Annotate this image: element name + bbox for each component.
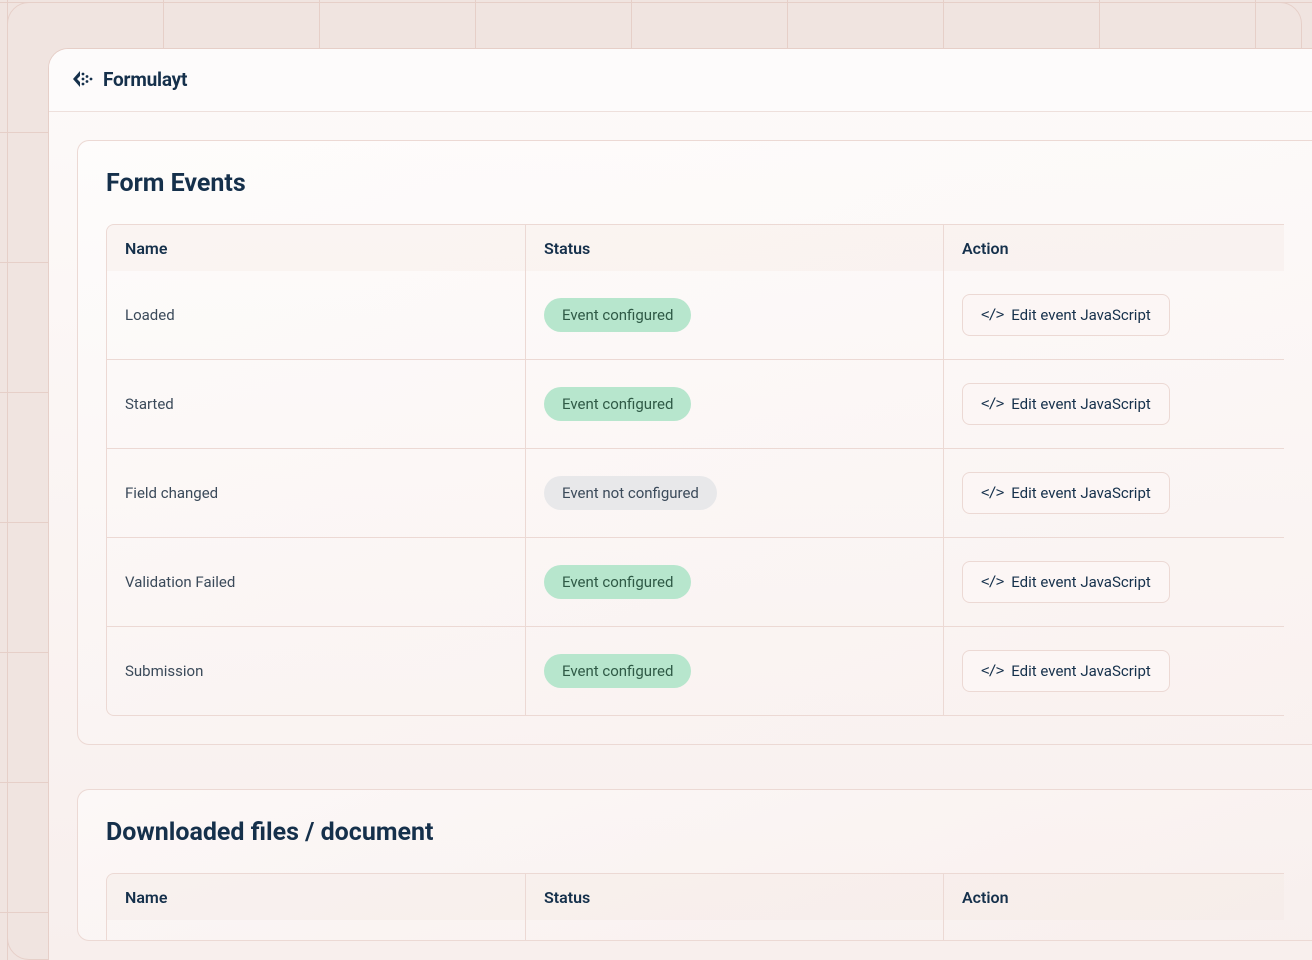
button-label: Edit event JavaScript [1011,573,1150,591]
cell-action: </> Edit event JavaScript [943,271,1284,359]
event-name: Started [125,395,174,413]
cell-action: </> Edit event JavaScript [943,360,1284,448]
cell-status: Event configured [525,360,943,448]
table-header-row: Name Status Action [107,874,1284,920]
edit-event-js-button[interactable]: </> Edit event JavaScript [962,472,1170,514]
table-row: Validation Failed Event configured </> Edit… [107,537,1284,626]
col-header-status: Status [525,874,943,920]
panel-downloads: Downloaded files / document Name Status … [77,789,1312,941]
cell-status: Event configured [525,271,943,359]
col-header-action: Action [943,225,1284,271]
event-name: Validation Failed [125,573,235,591]
status-badge: Event configured [544,654,691,688]
app-shell: Formulayt Form Events Name Status Action… [48,48,1312,960]
cell-action: </> Edit event JavaScript [943,538,1284,626]
cell-status [525,920,943,940]
panel-title: Form Events [106,169,1284,198]
status-badge: Event configured [544,565,691,599]
col-header-name: Name [107,225,525,271]
events-table: Name Status Action Loaded Event configure… [106,224,1284,716]
code-icon: </> [981,574,1003,590]
cell-action [943,920,1284,940]
table-body [107,920,1284,940]
edit-event-js-button[interactable]: </> Edit event JavaScript [962,650,1170,692]
status-badge: Event not configured [544,476,717,510]
col-header-status: Status [525,225,943,271]
cell-name: Submission [107,627,525,715]
button-label: Edit event JavaScript [1011,484,1150,502]
table-row: Started Event configured </> Edit event Jav… [107,359,1284,448]
topbar: Formulayt [49,49,1312,112]
button-label: Edit event JavaScript [1011,662,1150,680]
cell-name: Loaded [107,271,525,359]
cell-name: Started [107,360,525,448]
panel-form-events: Form Events Name Status Action Loaded Eve… [77,140,1312,745]
brand-logo-icon [69,67,93,91]
cell-status: Event not configured [525,449,943,537]
table-row: Loaded Event configured </> Edit event Java… [107,271,1284,359]
table-row [107,920,1284,940]
table-body: Loaded Event configured </> Edit event Java… [107,271,1284,715]
status-badge: Event configured [544,298,691,332]
edit-event-js-button[interactable]: </> Edit event JavaScript [962,383,1170,425]
cell-action: </> Edit event JavaScript [943,449,1284,537]
brand-name: Formulayt [103,68,187,91]
code-icon: </> [981,663,1003,679]
cell-name: Field changed [107,449,525,537]
code-icon: </> [981,485,1003,501]
event-name: Field changed [125,484,218,502]
col-header-action: Action [943,874,1284,920]
cell-status: Event configured [525,538,943,626]
cell-name: Validation Failed [107,538,525,626]
button-label: Edit event JavaScript [1011,306,1150,324]
table-row: Field changed Event not configured </> Edit… [107,448,1284,537]
table-row: Submission Event configured </> Edit event … [107,626,1284,715]
cell-action: </> Edit event JavaScript [943,627,1284,715]
downloads-table: Name Status Action [106,873,1284,940]
table-header-row: Name Status Action [107,225,1284,271]
event-name: Loaded [125,306,175,324]
status-badge: Event configured [544,387,691,421]
code-icon: </> [981,396,1003,412]
edit-event-js-button[interactable]: </> Edit event JavaScript [962,294,1170,336]
cell-status: Event configured [525,627,943,715]
code-icon: </> [981,307,1003,323]
edit-event-js-button[interactable]: </> Edit event JavaScript [962,561,1170,603]
event-name: Submission [125,662,203,680]
button-label: Edit event JavaScript [1011,395,1150,413]
panel-title: Downloaded files / document [106,818,1284,847]
cell-name [107,920,525,940]
col-header-name: Name [107,874,525,920]
content-area: Form Events Name Status Action Loaded Eve… [49,112,1312,941]
